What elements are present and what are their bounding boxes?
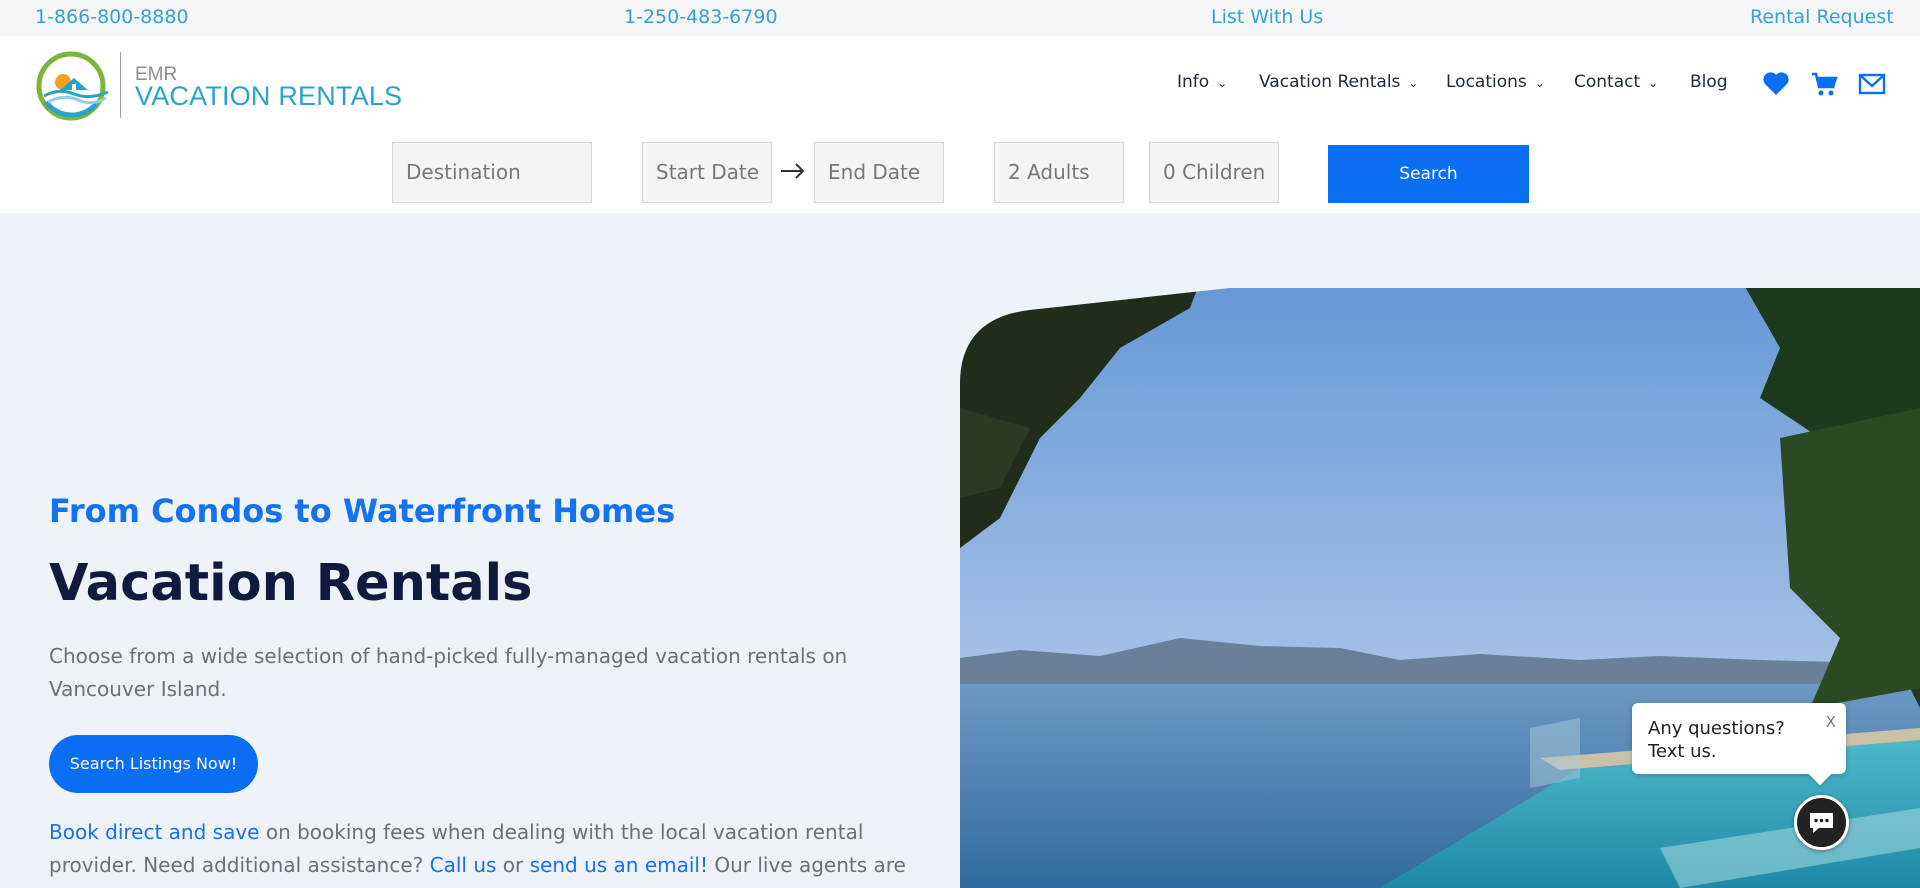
- chevron-down-icon: ⌄: [1217, 76, 1228, 90]
- chat-line: Text us.: [1648, 741, 1717, 762]
- chat-launcher-button[interactable]: [1794, 795, 1849, 850]
- logo-divider: [120, 52, 121, 118]
- hero-subtitle: From Condos to Waterfront Homes: [49, 492, 676, 530]
- end-date-input[interactable]: End Date: [814, 142, 944, 203]
- list-with-us-link[interactable]: List With Us: [1211, 6, 1323, 28]
- nav-item-label: Locations: [1446, 72, 1527, 92]
- cart-icon[interactable]: [1810, 70, 1838, 98]
- nav-item-label: Vacation Rentals: [1259, 72, 1401, 92]
- search-button[interactable]: Search: [1328, 145, 1529, 203]
- nav-item-locations[interactable]: Locations ⌄: [1446, 72, 1545, 92]
- chat-prompt-text: Any questions? Text us.: [1648, 717, 1785, 763]
- chevron-down-icon: ⌄: [1648, 76, 1659, 90]
- nav-item-blog[interactable]: Blog: [1690, 72, 1728, 92]
- hero-photo: [960, 288, 1920, 888]
- chevron-down-icon: ⌄: [1534, 76, 1545, 90]
- phone-local-link[interactable]: 1-250-483-6790: [624, 6, 778, 28]
- arrow-right-icon: [781, 163, 805, 179]
- book-direct-link[interactable]: Book direct and save: [49, 820, 259, 844]
- logo-text-big: VACATION RENTALS: [135, 81, 403, 111]
- children-select[interactable]: 0 Children: [1149, 142, 1279, 203]
- heart-icon[interactable]: [1762, 70, 1790, 98]
- nav-item-label: Info: [1177, 72, 1210, 92]
- call-us-link[interactable]: Call us: [430, 853, 497, 877]
- chevron-down-icon: ⌄: [1408, 76, 1419, 90]
- phone-tollfree-link[interactable]: 1-866-800-8880: [35, 6, 189, 28]
- chat-line: Any questions?: [1648, 718, 1785, 739]
- email-us-link[interactable]: send us an email!: [530, 853, 708, 877]
- top-bar: 1-866-800-8880 1-250-483-6790 List With …: [0, 0, 1920, 36]
- nav-item-label: Contact: [1574, 72, 1641, 92]
- nav-item-label: Blog: [1690, 72, 1728, 92]
- destination-input[interactable]: Destination: [392, 142, 592, 203]
- mail-icon[interactable]: [1858, 70, 1886, 98]
- chat-prompt[interactable]: Any questions? Text us. X: [1632, 703, 1846, 774]
- chat-close-button[interactable]: X: [1826, 713, 1836, 731]
- logo-mark-icon: [36, 51, 109, 121]
- hero-description: Choose from a wide selection of hand-pic…: [49, 644, 848, 701]
- search-listings-button[interactable]: Search Listings Now!: [49, 735, 258, 793]
- chat-icon: [1810, 813, 1833, 833]
- hero-title: Vacation Rentals: [49, 554, 533, 613]
- hero-note: Book direct and save on booking fees whe…: [49, 816, 929, 888]
- adults-select[interactable]: 2 Adults: [994, 142, 1124, 203]
- nav-item-vacation-rentals[interactable]: Vacation Rentals ⌄: [1259, 72, 1418, 92]
- rental-request-link[interactable]: Rental Request: [1750, 6, 1894, 28]
- header: EMR VACATION RENTALS Info ⌄ Vacation Rent…: [0, 36, 1920, 213]
- note-text: or: [496, 853, 530, 877]
- start-date-input[interactable]: Start Date: [642, 142, 772, 203]
- logo[interactable]: EMR VACATION RENTALS: [34, 48, 402, 122]
- nav-item-info[interactable]: Info ⌄: [1177, 72, 1227, 92]
- nav-item-contact[interactable]: Contact ⌄: [1574, 72, 1658, 92]
